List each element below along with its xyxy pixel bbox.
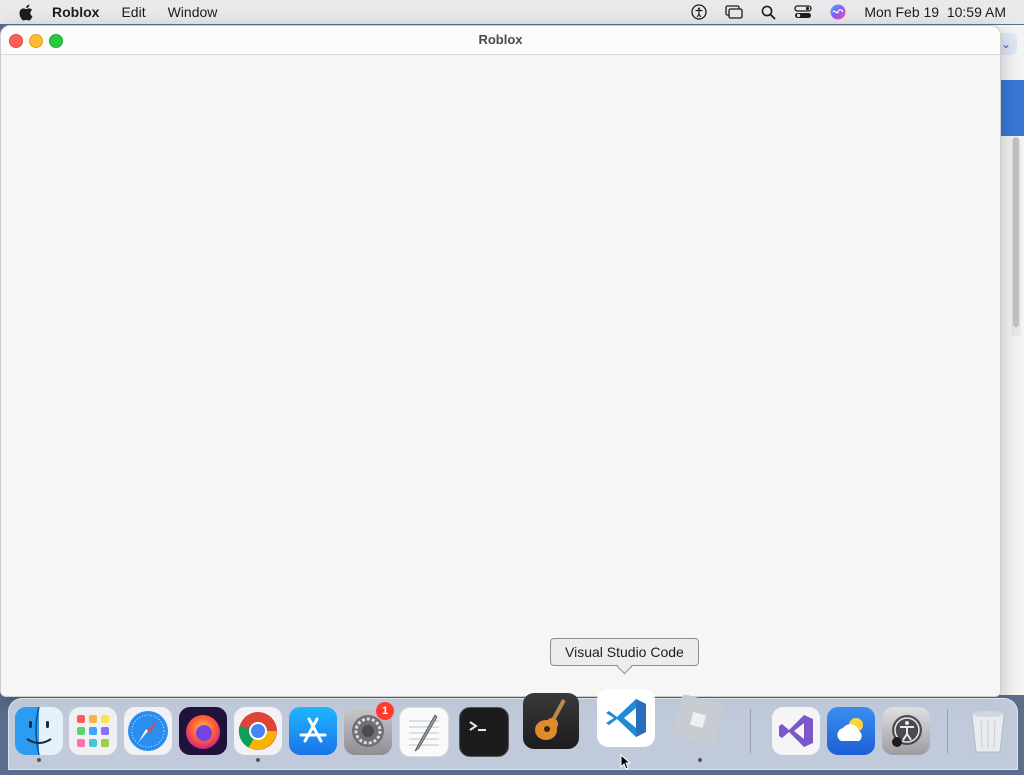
terminal-icon[interactable]: [459, 707, 509, 757]
dock-tooltip: Visual Studio Code: [550, 638, 699, 666]
control-center-icon[interactable]: [794, 5, 813, 19]
clock-datetime[interactable]: Mon Feb 19 10:59 AM: [864, 4, 1006, 20]
running-indicator: [256, 758, 260, 762]
dock: 1: [8, 689, 1018, 770]
window-content: [1, 55, 1000, 696]
menu-edit[interactable]: Edit: [121, 4, 145, 20]
dock-separator: [947, 709, 948, 753]
spotlight-search-icon[interactable]: [761, 5, 776, 20]
menu-app-name[interactable]: Roblox: [52, 4, 99, 20]
running-indicator: [698, 758, 702, 762]
menu-bar: Roblox Edit Window Mon Feb 19 10:59 AM: [0, 0, 1024, 24]
background-window-panel: [999, 80, 1024, 136]
running-indicator: [37, 758, 41, 762]
accessibility-icon[interactable]: [691, 4, 708, 20]
screen-mirroring-icon[interactable]: [725, 5, 744, 19]
roblox-window: Roblox: [0, 25, 1001, 697]
safari-icon[interactable]: [124, 707, 172, 755]
roblox-icon[interactable]: [669, 691, 727, 749]
chrome-icon[interactable]: [234, 707, 282, 755]
firefox-icon[interactable]: [179, 707, 227, 755]
trash-icon[interactable]: [964, 707, 1012, 755]
scrollbar[interactable]: [1011, 137, 1021, 337]
menu-window[interactable]: Window: [168, 4, 218, 20]
siri-icon[interactable]: [830, 4, 846, 20]
finder-icon[interactable]: [15, 707, 63, 755]
vscode-icon[interactable]: [597, 689, 655, 747]
app-store-icon[interactable]: [289, 707, 337, 755]
window-titlebar[interactable]: Roblox: [1, 26, 1000, 55]
launchpad-icon[interactable]: [69, 707, 117, 755]
dock-separator: [750, 709, 751, 753]
mouse-cursor-icon: [620, 753, 632, 775]
weather-icon[interactable]: [827, 707, 875, 755]
accessibility-inspector-icon[interactable]: [882, 707, 930, 755]
visual-studio-icon[interactable]: [772, 707, 820, 755]
textedit-icon[interactable]: [399, 707, 449, 757]
garageband-icon[interactable]: [523, 693, 579, 749]
window-title: Roblox: [478, 32, 523, 47]
notification-badge: 1: [376, 702, 394, 720]
apple-menu-icon[interactable]: [18, 4, 36, 21]
